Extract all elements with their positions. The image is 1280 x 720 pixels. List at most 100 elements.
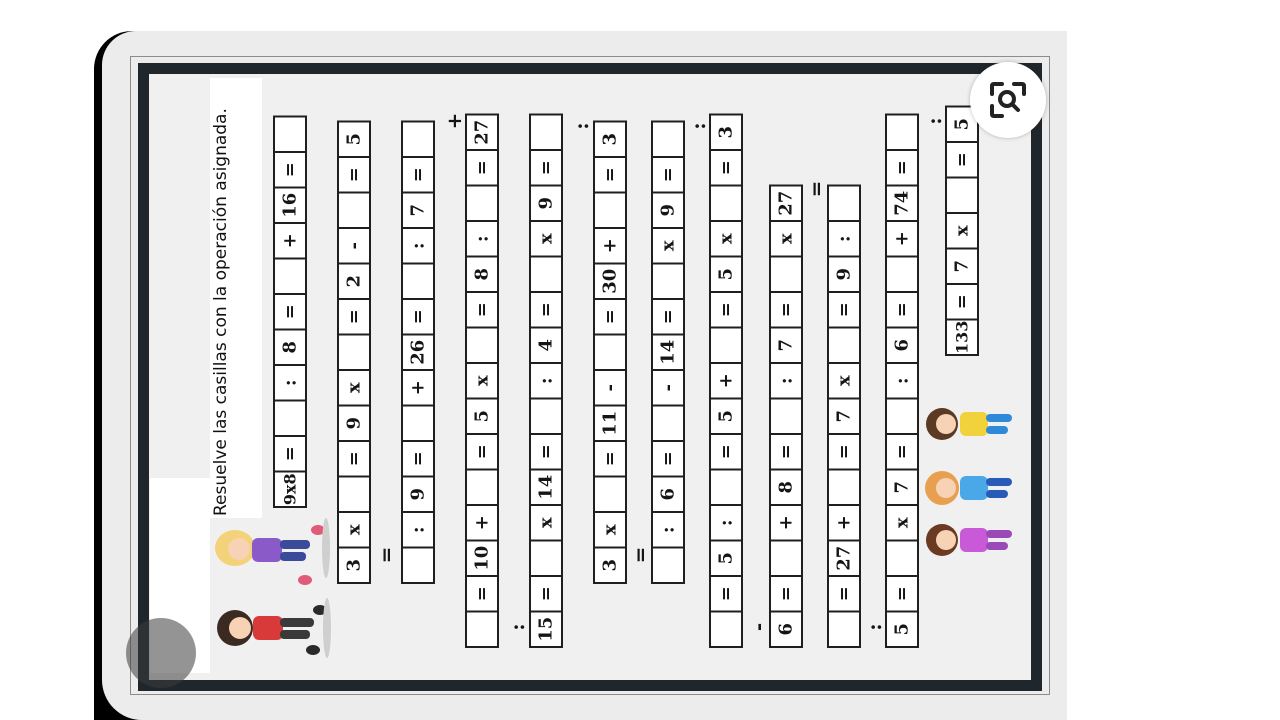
cell-value: 3 xyxy=(344,559,365,572)
answer-cell[interactable] xyxy=(593,191,627,229)
cell-value: 5 xyxy=(472,410,493,423)
cell-value: 27 xyxy=(834,546,855,571)
answer-cell[interactable] xyxy=(465,326,499,364)
answer-cell[interactable] xyxy=(651,120,685,158)
answer-cell[interactable] xyxy=(651,262,685,300)
answer-cell[interactable] xyxy=(593,333,627,371)
answer-cell[interactable] xyxy=(273,257,307,295)
cell-value: 7 xyxy=(408,204,429,217)
cell-value: = xyxy=(408,167,429,182)
cell-value: = xyxy=(344,167,365,182)
cell-value: x xyxy=(472,375,493,386)
cell-value: = xyxy=(658,167,679,182)
cell-value: : xyxy=(472,235,493,242)
answer-cell[interactable] xyxy=(827,610,861,648)
cell-value: = xyxy=(536,302,557,317)
answer-cell[interactable] xyxy=(651,404,685,442)
cell-value: = xyxy=(716,586,737,601)
strip: : 9 = +26 =: 7 = xyxy=(401,120,435,584)
answer-cell[interactable] xyxy=(465,610,499,648)
lens-search-button[interactable] xyxy=(970,62,1046,138)
answer-cell[interactable] xyxy=(529,397,563,435)
cell-value: 3 xyxy=(716,126,737,139)
answer-cell[interactable] xyxy=(827,326,861,364)
answer-cell[interactable] xyxy=(709,326,743,364)
cell-value: 7 xyxy=(776,339,797,352)
cell-value: 5 xyxy=(716,268,737,281)
answer-cell[interactable] xyxy=(273,399,307,437)
ghost-circle xyxy=(126,618,196,688)
answer-cell[interactable] xyxy=(529,539,563,577)
cell-value: = xyxy=(472,586,493,601)
cell-value: = xyxy=(280,162,301,177)
cell-value: 9x8 xyxy=(281,473,300,505)
answer-cell[interactable] xyxy=(465,468,499,506)
cell-value: = xyxy=(834,586,855,601)
answer-cell[interactable] xyxy=(529,255,563,293)
answer-cell[interactable] xyxy=(337,475,371,513)
cell-value: = xyxy=(776,586,797,601)
cell-value: x xyxy=(658,240,679,251)
cell-value: = xyxy=(344,451,365,466)
strip: : 6 = - 14 = x 9 = xyxy=(651,120,685,584)
cell-value: = xyxy=(716,302,737,317)
cell-value: 8 xyxy=(280,341,301,354)
answer-cell[interactable] xyxy=(885,539,919,577)
connector-symbol: : xyxy=(922,117,946,124)
answer-cell[interactable] xyxy=(709,468,743,506)
answer-cell[interactable] xyxy=(827,184,861,222)
cell-value: 4 xyxy=(536,339,557,352)
cell-value: 8 xyxy=(472,268,493,281)
answer-cell[interactable] xyxy=(337,191,371,229)
answer-cell[interactable] xyxy=(709,184,743,222)
answer-cell[interactable] xyxy=(401,546,435,584)
strip: 3 x = 11 - = 30 + = 3 xyxy=(593,120,627,584)
answer-cell[interactable] xyxy=(651,546,685,584)
kids-illustration-left xyxy=(215,518,331,658)
cell-value: 2 xyxy=(344,275,365,288)
cell-value: 6 xyxy=(658,488,679,501)
cell-value: x xyxy=(344,524,365,535)
cell-value: = xyxy=(658,451,679,466)
answer-cell[interactable] xyxy=(401,120,435,158)
cell-value: + xyxy=(472,515,493,530)
cell-value: = xyxy=(280,304,301,319)
cell-value: : xyxy=(716,519,737,526)
cell-value: = xyxy=(952,152,973,167)
answer-cell[interactable] xyxy=(769,397,803,435)
answer-cell[interactable] xyxy=(769,255,803,293)
answer-cell[interactable] xyxy=(273,115,307,153)
answer-cell[interactable] xyxy=(401,404,435,442)
answer-cell[interactable] xyxy=(337,333,371,371)
cell-value: x xyxy=(834,375,855,386)
cell-value: 7 xyxy=(952,260,973,273)
cell-value: x xyxy=(776,233,797,244)
cell-value: + xyxy=(280,233,301,248)
answer-cell[interactable] xyxy=(827,468,861,506)
answer-cell[interactable] xyxy=(945,176,979,214)
answer-cell[interactable] xyxy=(709,610,743,648)
cell-value: x xyxy=(952,225,973,236)
answer-cell[interactable] xyxy=(769,539,803,577)
answer-cell[interactable] xyxy=(885,397,919,435)
cell-value: 14 xyxy=(658,340,679,365)
connector-symbol: = xyxy=(804,181,828,198)
answer-cell[interactable] xyxy=(529,113,563,151)
answer-cell[interactable] xyxy=(593,475,627,513)
cell-value: 5 xyxy=(716,410,737,423)
answer-cell[interactable] xyxy=(465,184,499,222)
answer-cell[interactable] xyxy=(885,113,919,151)
cell-value: + xyxy=(776,515,797,530)
cell-value: 15 xyxy=(536,617,557,642)
cell-value: = xyxy=(472,444,493,459)
cell-value: = xyxy=(536,586,557,601)
cell-value: = xyxy=(716,444,737,459)
cell-value: x xyxy=(536,233,557,244)
answer-cell[interactable] xyxy=(401,262,435,300)
cell-value: 5 xyxy=(344,133,365,146)
cell-value: 14 xyxy=(536,475,557,500)
answer-cell[interactable] xyxy=(885,255,919,293)
cell-value: : xyxy=(408,242,429,249)
cell-value: 11 xyxy=(600,411,621,436)
cell-value: = xyxy=(776,302,797,317)
